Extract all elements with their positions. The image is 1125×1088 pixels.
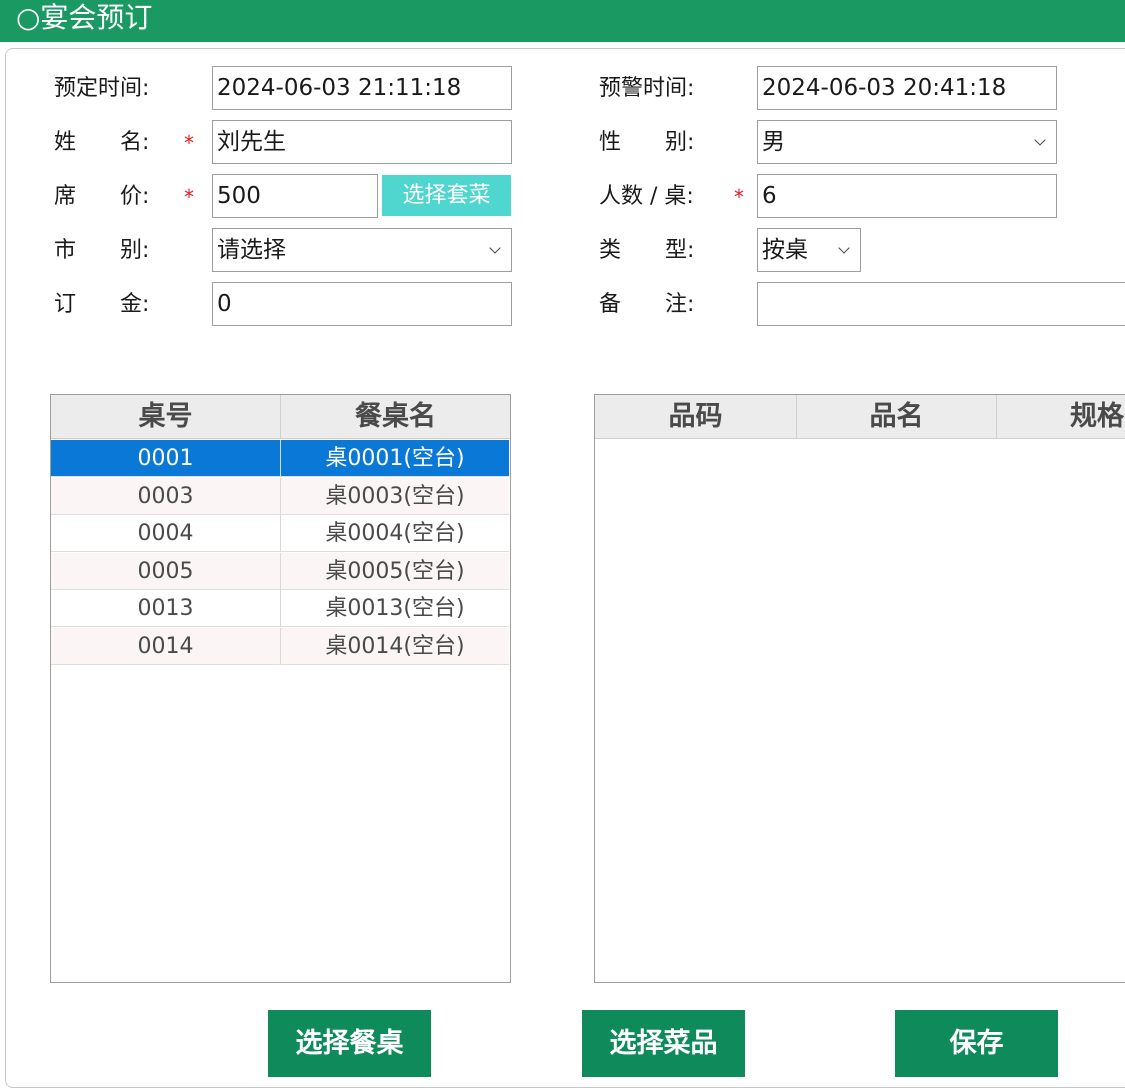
save-button[interactable]: 保存 (895, 1010, 1058, 1077)
table-no-cell: 0005 (51, 553, 281, 590)
people-field[interactable]: 6 (757, 174, 1057, 218)
name-required-mark: * (184, 131, 194, 155)
book-time-label: 预定时间: (54, 76, 150, 101)
gender-label: 性 别: (599, 130, 695, 155)
column-header-table-no[interactable]: 桌号 (51, 395, 281, 439)
price-field[interactable]: 500 (212, 174, 378, 218)
table-no-cell: 0004 (51, 515, 281, 552)
warn-time-field[interactable]: 2024-06-03 20:41:18 (757, 66, 1057, 110)
table-name-cell: 桌0003(空台) (325, 484, 465, 509)
column-header-dish-name[interactable]: 品名 (797, 395, 997, 439)
table-no-cell: 0013 (51, 590, 281, 627)
name-label: 姓 名: (54, 130, 150, 155)
window-title: ○宴会预订 (0, 0, 1125, 42)
table-row[interactable]: 0014 桌0014(空台) (51, 628, 509, 665)
price-required-mark: * (184, 185, 194, 209)
deposit-label: 订 金: (54, 292, 150, 317)
book-time-field[interactable]: 2024-06-03 21:11:18 (212, 66, 512, 110)
price-label: 席 价: (54, 184, 150, 209)
select-set-menu-button[interactable]: 选择套菜 (382, 175, 511, 216)
gender-select-value: 男 (762, 129, 785, 155)
table-name-cell: 桌0001(空台) (325, 446, 465, 471)
table-row[interactable]: 0003 桌0003(空台) (51, 478, 509, 515)
name-field[interactable]: 刘先生 (212, 120, 512, 164)
deposit-field[interactable]: 0 (212, 282, 512, 326)
dish-grid: 品码 品名 规格 (594, 394, 1125, 983)
table-row[interactable]: 0013 桌0013(空台) (51, 590, 509, 627)
table-grid: 桌号 餐桌名 0001 桌0001(空台) 0003 桌0003(空台) 000… (50, 394, 511, 983)
table-name-cell: 桌0014(空台) (325, 634, 465, 659)
table-name-cell: 桌0004(空台) (325, 521, 465, 546)
remark-field[interactable] (757, 282, 1125, 326)
type-label: 类 型: (599, 238, 695, 263)
gender-select[interactable]: 男 (757, 120, 1057, 164)
remark-label: 备 注: (599, 292, 695, 317)
table-name-cell: 桌0005(空台) (325, 559, 465, 584)
table-no-cell: 0014 (51, 628, 281, 665)
type-select[interactable]: 按桌 (757, 228, 861, 272)
table-row[interactable]: 0004 桌0004(空台) (51, 515, 509, 552)
select-dish-button[interactable]: 选择菜品 (582, 1010, 745, 1077)
table-row[interactable]: 0005 桌0005(空台) (51, 553, 509, 590)
dish-grid-header: 品码 品名 规格 (595, 395, 1125, 439)
column-header-dish-spec[interactable]: 规格 (997, 395, 1125, 439)
market-select[interactable]: 请选择 (212, 228, 512, 272)
table-grid-header: 桌号 餐桌名 (51, 395, 510, 439)
market-label: 市 别: (54, 238, 150, 263)
type-select-value: 按桌 (762, 237, 808, 263)
table-no-cell: 0001 (51, 440, 281, 477)
table-no-cell: 0003 (51, 478, 281, 515)
people-label: 人数 / 桌: (599, 184, 694, 209)
market-select-value: 请选择 (217, 237, 286, 263)
people-required-mark: * (734, 185, 744, 209)
warn-time-label: 预警时间: (599, 76, 695, 101)
table-name-cell: 桌0013(空台) (325, 596, 465, 621)
table-row[interactable]: 0001 桌0001(空台) (51, 440, 509, 477)
column-header-dish-code[interactable]: 品码 (595, 395, 797, 439)
column-header-table-name[interactable]: 餐桌名 (281, 395, 510, 439)
select-table-button[interactable]: 选择餐桌 (268, 1010, 431, 1077)
